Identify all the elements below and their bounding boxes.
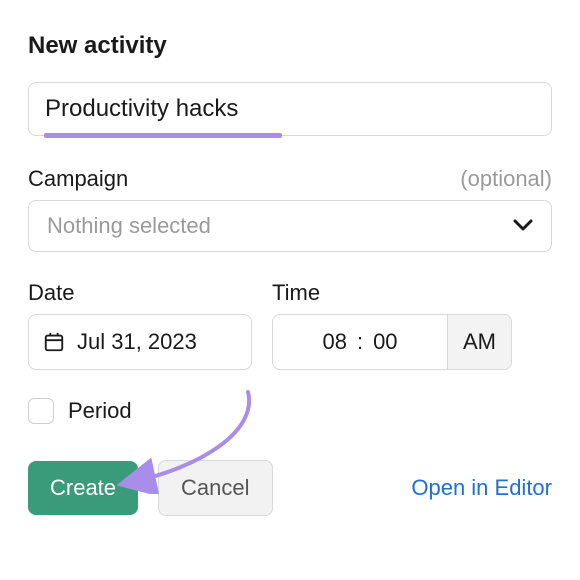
time-picker[interactable]: 08 : 00 AM [272, 314, 512, 370]
campaign-label: Campaign [28, 166, 128, 192]
time-separator: : [357, 329, 363, 355]
campaign-optional-label: (optional) [460, 166, 552, 192]
time-label: Time [272, 280, 512, 306]
annotation-underline [44, 133, 282, 138]
page-title: New activity [28, 32, 552, 60]
time-hour[interactable]: 08 [322, 329, 346, 355]
activity-name-input[interactable] [28, 82, 552, 136]
time-minute[interactable]: 00 [373, 329, 397, 355]
period-label: Period [68, 398, 132, 424]
period-checkbox[interactable] [28, 398, 54, 424]
date-picker[interactable]: Jul 31, 2023 [28, 314, 252, 370]
create-button[interactable]: Create [28, 461, 138, 515]
calendar-icon [43, 331, 65, 353]
campaign-placeholder: Nothing selected [47, 213, 211, 239]
chevron-down-icon [513, 216, 533, 237]
date-value: Jul 31, 2023 [77, 329, 197, 355]
campaign-select[interactable]: Nothing selected [28, 200, 552, 252]
cancel-button[interactable]: Cancel [158, 460, 272, 516]
date-label: Date [28, 280, 252, 306]
time-ampm-toggle[interactable]: AM [447, 315, 511, 369]
open-in-editor-link[interactable]: Open in Editor [411, 475, 552, 501]
